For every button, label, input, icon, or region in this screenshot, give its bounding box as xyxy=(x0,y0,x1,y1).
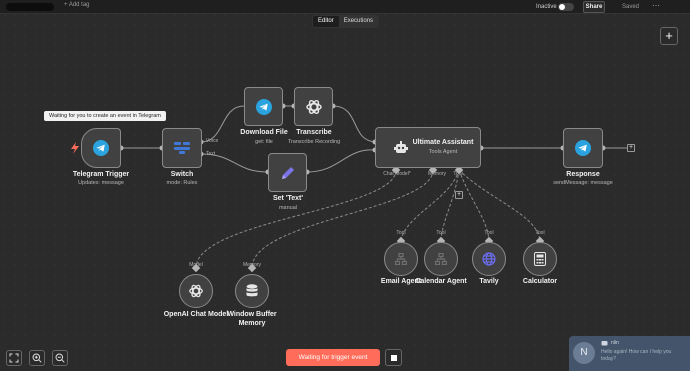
node-tavily[interactable] xyxy=(472,242,506,276)
node-email-agent[interactable] xyxy=(384,242,418,276)
node-title: Response xyxy=(566,171,600,178)
zoom-in-icon xyxy=(32,353,42,363)
node-switch[interactable] xyxy=(162,128,202,168)
node-title: Calculator xyxy=(522,278,558,285)
node-subtitle: manual xyxy=(278,205,298,211)
zoom-out-button[interactable] xyxy=(52,350,68,366)
port-memory: Memory xyxy=(427,171,447,177)
zoom-in-button[interactable] xyxy=(29,350,45,366)
robot-icon xyxy=(394,140,408,153)
node-window-buffer-memory[interactable] xyxy=(235,274,269,308)
chat-message: Hello again! How can I help you today? xyxy=(601,349,672,362)
trigger-waiting-tooltip: Waiting for you to create an event in Te… xyxy=(44,111,166,121)
port-memory: Memory xyxy=(242,262,262,268)
trigger-bolt-icon xyxy=(71,142,79,154)
node-ultimate-assistant[interactable] xyxy=(375,127,481,168)
node-subtitle: Updates: message xyxy=(78,180,124,186)
node-subtitle: Transcribe Recording xyxy=(287,139,341,145)
node-download-file[interactable] xyxy=(244,87,283,126)
node-title: Set 'Text' xyxy=(272,195,304,202)
waiting-for-trigger-button[interactable]: Waiting for trigger event xyxy=(286,349,380,366)
port-tool: Tool xyxy=(396,230,406,236)
node-title: Tavily xyxy=(479,278,499,285)
workflow-icon xyxy=(395,253,407,265)
pencil-icon xyxy=(281,166,294,179)
node-title: Ultimate Assistant xyxy=(412,139,474,146)
telegram-icon xyxy=(255,98,272,115)
node-subtitle: sendMessage: message xyxy=(553,180,613,186)
port-model: Model xyxy=(189,262,203,268)
node-title: Transcribe xyxy=(296,129,332,136)
stop-execution-button[interactable] xyxy=(385,349,402,366)
port-tool: Tool xyxy=(535,230,545,236)
fullscreen-icon xyxy=(9,353,19,363)
port-chat-model: Chat Model* xyxy=(383,171,411,177)
zoom-out-icon xyxy=(55,353,65,363)
node-subtitle: mode: Rules xyxy=(166,180,198,186)
add-tool-button[interactable]: + xyxy=(455,191,463,199)
chat-widget[interactable]: N nlin Hello again! How can I help you t… xyxy=(569,336,690,371)
database-icon xyxy=(246,284,258,297)
node-subtitle: get: file xyxy=(255,139,273,145)
node-calendar-agent[interactable] xyxy=(424,242,458,276)
calculator-icon xyxy=(534,252,546,266)
node-title: Calendar Agent xyxy=(415,278,467,285)
node-set-text[interactable] xyxy=(268,153,307,192)
node-title: OpenAI Chat Model xyxy=(163,311,229,318)
node-title: Switch xyxy=(170,171,194,178)
node-openai-chat-model[interactable] xyxy=(179,274,213,308)
add-next-node-button[interactable]: + xyxy=(627,144,635,152)
switch-output-text: Text xyxy=(206,151,216,157)
openai-icon xyxy=(305,99,322,114)
telegram-icon xyxy=(575,140,591,156)
telegram-icon xyxy=(93,140,109,156)
stop-icon xyxy=(390,354,397,361)
globe-icon xyxy=(482,252,496,266)
switch-icon xyxy=(174,142,190,154)
node-title: Download File xyxy=(240,129,288,136)
node-calculator[interactable] xyxy=(523,242,557,276)
port-tool: Tool xyxy=(484,230,494,236)
switch-output-voice: Voice xyxy=(206,138,219,144)
openai-icon xyxy=(189,284,203,298)
port-tool: Tool xyxy=(436,230,446,236)
node-title: Telegram Trigger xyxy=(72,171,130,178)
bot-icon xyxy=(601,341,608,346)
node-transcribe[interactable] xyxy=(294,87,333,126)
avatar: N xyxy=(573,342,595,364)
chat-sender-name: nlin xyxy=(611,340,619,346)
fit-view-button[interactable] xyxy=(6,350,22,366)
node-subtitle: Tools Agent xyxy=(428,149,458,155)
node-telegram-trigger[interactable] xyxy=(81,128,121,168)
port-tool: Tool xyxy=(453,171,463,177)
node-title-line2: Memory xyxy=(238,320,266,327)
node-response[interactable] xyxy=(563,128,603,168)
workflow-icon xyxy=(435,253,447,265)
node-title-line1: Window Buffer xyxy=(227,311,277,318)
